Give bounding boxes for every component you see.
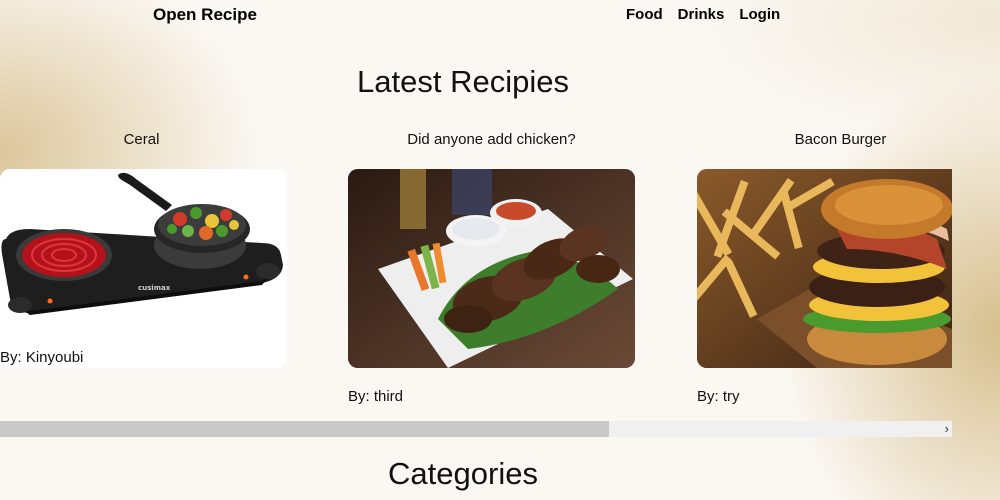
- recipe-image-bacon-burger[interactable]: [697, 169, 952, 368]
- recipe-card-title[interactable]: Did anyone add chicken?: [348, 130, 635, 150]
- chevron-right-icon[interactable]: ›: [945, 421, 949, 437]
- latest-recipes-heading: Latest Recipies: [357, 64, 569, 99]
- nav-links: Food Drinks Login: [626, 6, 780, 23]
- recipe-card-author: By: try: [697, 388, 740, 405]
- recipe-card[interactable]: Ceral cusimax By: Kinyoubi: [0, 130, 287, 368]
- svg-text:cusimax: cusimax: [138, 284, 171, 292]
- recipe-carousel: Ceral cusimax By: Kinyoubi Did anyone ad…: [0, 130, 952, 422]
- brand-logo[interactable]: Open Recipe: [153, 5, 257, 25]
- scrollbar-thumb[interactable]: [0, 421, 610, 437]
- recipe-image-hot-plate[interactable]: cusimax: [0, 169, 287, 368]
- recipe-card[interactable]: Bacon Burger By: try: [697, 130, 952, 405]
- recipe-card-author: By: Kinyoubi: [0, 349, 84, 366]
- nav-link-login[interactable]: Login: [739, 6, 780, 23]
- top-nav: Open Recipe Food Drinks Login: [0, 0, 1000, 30]
- categories-heading: Categories: [388, 456, 538, 491]
- recipe-card-title[interactable]: Ceral: [0, 130, 283, 150]
- nav-link-drinks[interactable]: Drinks: [678, 6, 725, 23]
- recipe-card-author: By: third: [348, 388, 404, 405]
- recipe-card[interactable]: Did anyone add chicken? By: third: [348, 130, 635, 405]
- nav-link-food[interactable]: Food: [626, 6, 663, 23]
- carousel-scrollbar[interactable]: ›: [0, 421, 952, 437]
- recipe-image-chicken-wings[interactable]: [348, 169, 635, 368]
- recipe-card-title[interactable]: Bacon Burger: [697, 130, 952, 150]
